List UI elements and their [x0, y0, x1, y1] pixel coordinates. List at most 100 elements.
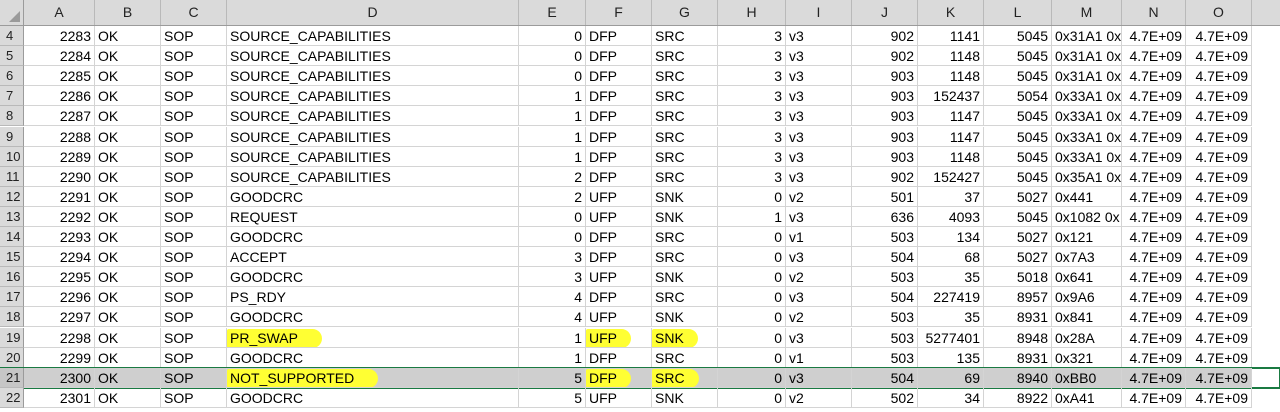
- cell-m[interactable]: 0x35A1 0x: [1052, 166, 1122, 187]
- cell-j[interactable]: 903: [852, 86, 918, 107]
- column-header-m[interactable]: M: [1052, 0, 1122, 25]
- cell-c[interactable]: SOP: [161, 387, 227, 408]
- cell-l[interactable]: 5054: [984, 86, 1052, 107]
- cell-j[interactable]: 636: [852, 206, 918, 227]
- cell-n[interactable]: 4.7E+09: [1122, 307, 1186, 328]
- cell-d[interactable]: NOT_SUPPORTED: [227, 367, 519, 388]
- cell-o[interactable]: 4.7E+09: [1186, 126, 1252, 147]
- cell-i[interactable]: v3: [786, 287, 852, 308]
- cell-j[interactable]: 502: [852, 387, 918, 408]
- row-header[interactable]: 19: [0, 327, 24, 348]
- row-header[interactable]: 18: [0, 307, 24, 328]
- cell-n[interactable]: 4.7E+09: [1122, 327, 1186, 348]
- cell-m[interactable]: 0x441: [1052, 186, 1122, 207]
- cell-j[interactable]: 503: [852, 267, 918, 288]
- cell-e[interactable]: 2: [519, 186, 586, 207]
- cell-j[interactable]: 903: [852, 66, 918, 87]
- cell-l[interactable]: 5045: [984, 206, 1052, 227]
- cell-c[interactable]: SOP: [161, 126, 227, 147]
- column-header-c[interactable]: C: [161, 0, 227, 25]
- cell-e[interactable]: 1: [519, 86, 586, 107]
- cell-e[interactable]: 1: [519, 106, 586, 127]
- row-header[interactable]: 11: [0, 166, 24, 187]
- cell-g[interactable]: SRC: [652, 247, 718, 268]
- cell-d[interactable]: ACCEPT: [227, 247, 519, 268]
- cell-k[interactable]: 37: [918, 186, 984, 207]
- column-header-a[interactable]: A: [24, 0, 95, 25]
- table-row[interactable]: 11 2290 OK SOP SOURCE_CAPABILITIES 2 DFP SRC 3 v3…: [0, 166, 1280, 187]
- table-row[interactable]: 15 2294 OK SOP ACCEPT 3 DFP SRC 0 v3 504 68 5027 0x7A…: [0, 247, 1280, 268]
- cell-m[interactable]: 0xA41: [1052, 387, 1122, 408]
- cell-l[interactable]: 5045: [984, 26, 1052, 46]
- cell-n[interactable]: 4.7E+09: [1122, 126, 1186, 147]
- cell-g[interactable]: SNK: [652, 387, 718, 408]
- cell-d[interactable]: SOURCE_CAPABILITIES: [227, 86, 519, 107]
- cell-i[interactable]: v2: [786, 186, 852, 207]
- cell-j[interactable]: 902: [852, 46, 918, 67]
- cell-b[interactable]: OK: [95, 387, 161, 408]
- cell-a[interactable]: 2288: [24, 126, 95, 147]
- cell-i[interactable]: v3: [786, 106, 852, 127]
- row-header[interactable]: 14: [0, 227, 24, 247]
- cell-b[interactable]: OK: [95, 186, 161, 207]
- column-header-l[interactable]: L: [984, 0, 1052, 25]
- cell-j[interactable]: 903: [852, 146, 918, 167]
- cell-l[interactable]: 5027: [984, 227, 1052, 247]
- cell-e[interactable]: 0: [519, 227, 586, 247]
- cell-e[interactable]: 3: [519, 267, 586, 288]
- cell-i[interactable]: v3: [786, 86, 852, 107]
- cell-n[interactable]: 4.7E+09: [1122, 387, 1186, 408]
- cell-f[interactable]: DFP: [586, 106, 652, 127]
- cell-o[interactable]: 4.7E+09: [1186, 106, 1252, 127]
- cell-j[interactable]: 903: [852, 106, 918, 127]
- cell-h[interactable]: 0: [718, 227, 786, 247]
- cell-g[interactable]: SRC: [652, 367, 718, 388]
- cell-i[interactable]: v3: [786, 206, 852, 227]
- cell-m[interactable]: 0x31A1 0x: [1052, 66, 1122, 87]
- cell-g[interactable]: SNK: [652, 307, 718, 328]
- cell-b[interactable]: OK: [95, 267, 161, 288]
- cell-n[interactable]: 4.7E+09: [1122, 287, 1186, 308]
- cell-o[interactable]: 4.7E+09: [1186, 166, 1252, 187]
- cell-i[interactable]: v3: [786, 367, 852, 388]
- cell-k[interactable]: 1147: [918, 106, 984, 127]
- cell-c[interactable]: SOP: [161, 247, 227, 268]
- cell-f[interactable]: DFP: [586, 166, 652, 187]
- cell-f[interactable]: DFP: [586, 227, 652, 247]
- cell-c[interactable]: SOP: [161, 367, 227, 388]
- cell-b[interactable]: OK: [95, 287, 161, 308]
- row-header[interactable]: 4: [0, 26, 24, 46]
- row-header[interactable]: 16: [0, 267, 24, 288]
- cell-e[interactable]: 0: [519, 26, 586, 46]
- cell-j[interactable]: 902: [852, 166, 918, 187]
- cell-m[interactable]: 0x33A1 0x: [1052, 106, 1122, 127]
- table-row[interactable]: 8 2287 OK SOP SOURCE_CAPABILITIES 1 DFP SRC 3 v3 9…: [0, 106, 1280, 127]
- cell-e[interactable]: 1: [519, 126, 586, 147]
- cell-e[interactable]: 5: [519, 387, 586, 408]
- cell-f[interactable]: UFP: [586, 307, 652, 328]
- cell-i[interactable]: v3: [786, 126, 852, 147]
- cell-k[interactable]: 135: [918, 347, 984, 368]
- cell-f[interactable]: DFP: [586, 86, 652, 107]
- cell-h[interactable]: 3: [718, 106, 786, 127]
- cell-f[interactable]: DFP: [586, 46, 652, 67]
- cell-f[interactable]: DFP: [586, 287, 652, 308]
- table-row[interactable]: 12 2291 OK SOP GOODCRC 2 UFP SNK 0 v2 501 37 5027 0x4…: [0, 186, 1280, 207]
- cell-c[interactable]: SOP: [161, 26, 227, 46]
- cell-d[interactable]: PR_SWAP: [227, 327, 519, 348]
- cell-m[interactable]: 0x33A1 0x: [1052, 126, 1122, 147]
- cell-b[interactable]: OK: [95, 26, 161, 46]
- cell-e[interactable]: 0: [519, 46, 586, 67]
- cell-b[interactable]: OK: [95, 126, 161, 147]
- cell-b[interactable]: OK: [95, 206, 161, 227]
- cell-h[interactable]: 0: [718, 247, 786, 268]
- cell-o[interactable]: 4.7E+09: [1186, 387, 1252, 408]
- row-header[interactable]: 17: [0, 287, 24, 308]
- cell-g[interactable]: SNK: [652, 186, 718, 207]
- cell-j[interactable]: 504: [852, 287, 918, 308]
- table-row[interactable]: 14 2293 OK SOP GOODCRC 0 DFP SRC 0 v1 503 134 5027 0x…: [0, 227, 1280, 247]
- cell-l[interactable]: 5045: [984, 166, 1052, 187]
- cell-d[interactable]: SOURCE_CAPABILITIES: [227, 166, 519, 187]
- cell-n[interactable]: 4.7E+09: [1122, 227, 1186, 247]
- cell-e[interactable]: 5: [519, 367, 586, 388]
